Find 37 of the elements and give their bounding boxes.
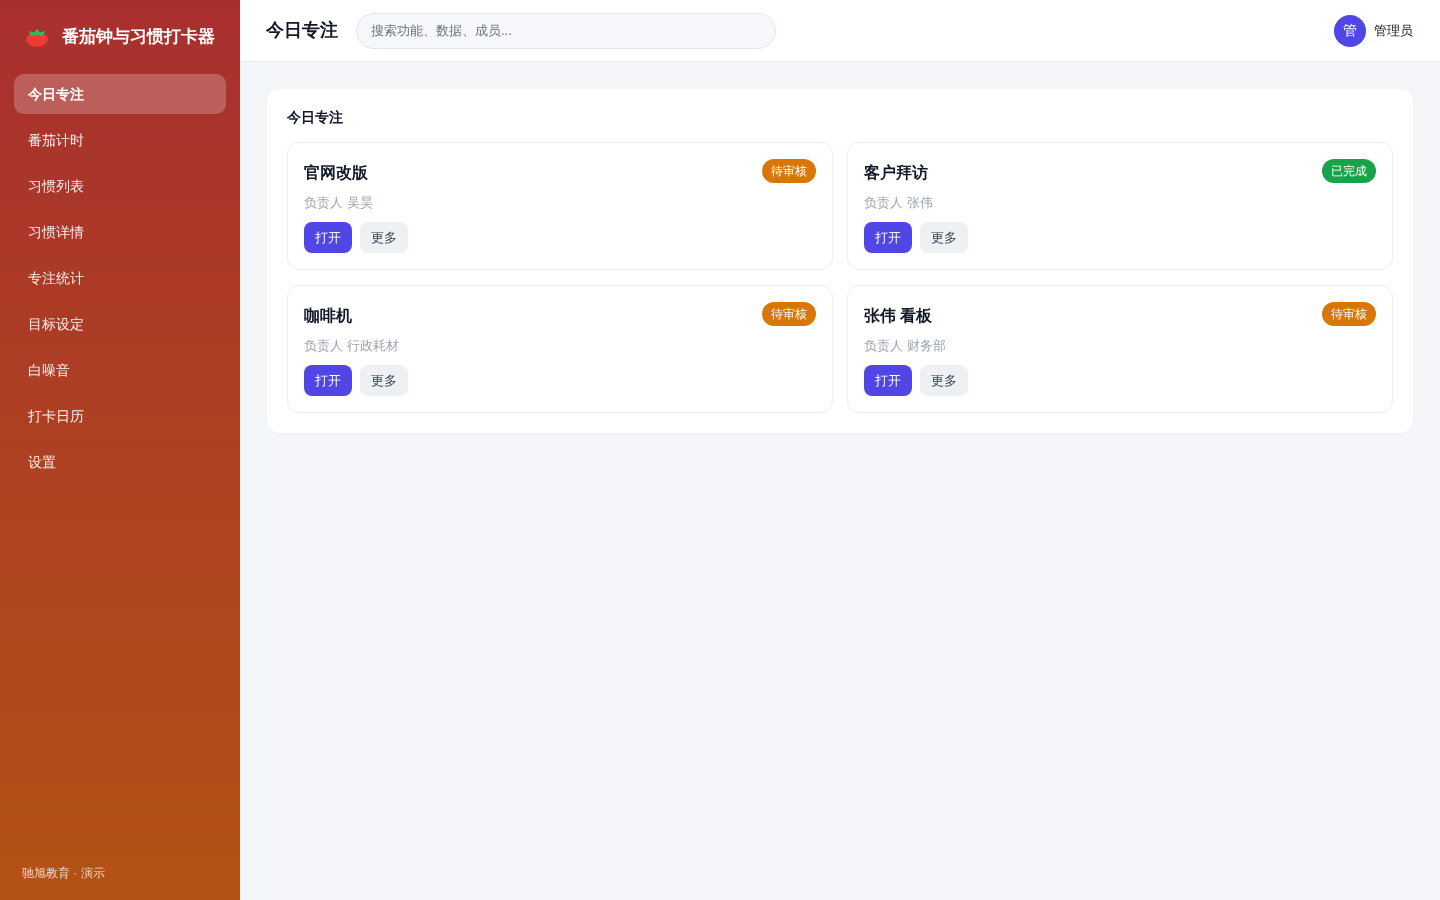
more-button[interactable]: 更多 (920, 222, 968, 253)
status-tag: 待审核 (762, 159, 816, 183)
app-title: 番茄钟与习惯打卡器 (62, 26, 215, 49)
owner-text: 负责人 财务部 (864, 337, 947, 355)
card-title: 客户拜访 (864, 163, 928, 183)
sidebar-item[interactable]: 专注统计 (14, 258, 226, 298)
more-button[interactable]: 更多 (920, 365, 968, 396)
card-title: 咖啡机 (304, 306, 352, 326)
sidebar-item[interactable]: 今日专注 (14, 74, 226, 114)
card-title: 张伟 看板 (864, 306, 933, 326)
sidebar-item[interactable]: 打卡日历 (14, 396, 226, 436)
user-avatar[interactable]: 管 (1334, 14, 1366, 47)
status-tag: 待审核 (762, 302, 816, 326)
status-tag: 待审核 (1322, 302, 1376, 326)
tomato-icon (26, 27, 48, 47)
owner-text: 负责人 行政耗材 (304, 337, 400, 355)
sidebar-item[interactable]: 设置 (14, 442, 226, 482)
open-button[interactable]: 打开 (864, 222, 912, 253)
card-title: 官网改版 (304, 163, 368, 183)
footer-text: 驰旭教育 · 演示 (21, 865, 106, 882)
owner-text: 负责人 张伟 (864, 194, 934, 212)
sidebar-item[interactable]: 目标设定 (14, 304, 226, 344)
open-button[interactable]: 打开 (304, 222, 352, 253)
owner-text: 负责人 吴昊 (304, 194, 374, 212)
more-button[interactable]: 更多 (360, 222, 408, 253)
user-name: 管理员 (1374, 21, 1413, 40)
open-button[interactable]: 打开 (304, 365, 352, 396)
sidebar-item[interactable]: 习惯列表 (14, 166, 226, 206)
status-tag: 已完成 (1322, 159, 1376, 183)
search-field[interactable]: 搜索功能、数据、成员... (356, 12, 776, 49)
panel-title: 今日专注 (287, 108, 344, 127)
more-button[interactable]: 更多 (360, 365, 408, 396)
page-title: 今日专注 (266, 19, 338, 42)
sidebar-item[interactable]: 番茄计时 (14, 120, 226, 160)
sidebar-item[interactable]: 习惯详情 (14, 212, 226, 252)
sidebar-item[interactable]: 白噪音 (14, 350, 226, 390)
open-button[interactable]: 打开 (864, 365, 912, 396)
